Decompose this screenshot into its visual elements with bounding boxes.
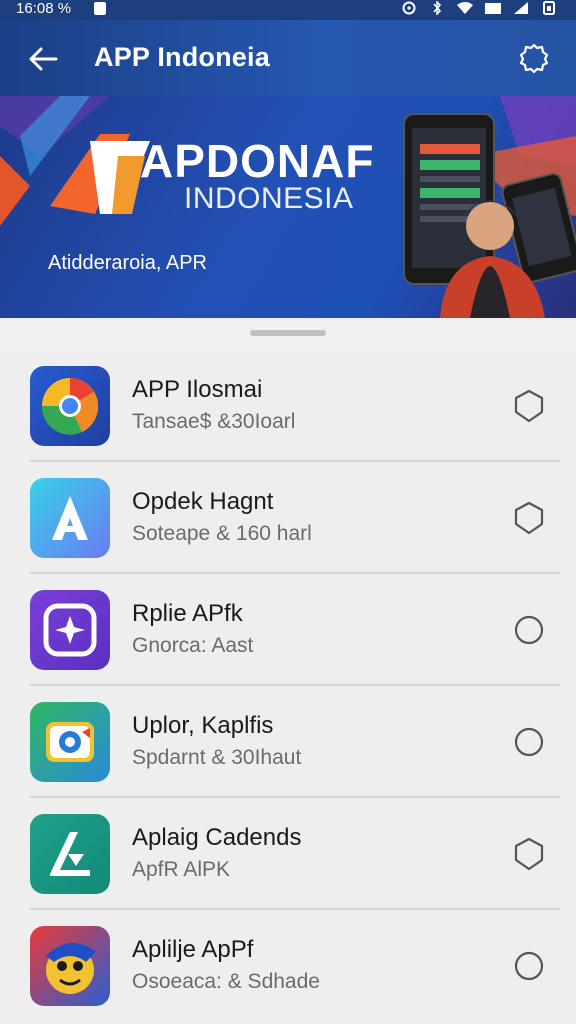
shield-icon[interactable]: [512, 724, 546, 760]
back-arrow-icon[interactable]: [26, 42, 60, 76]
banner-tagline: Atidderaroia, APR: [48, 252, 207, 274]
app-list: APP Ilosmai Tansae$ &30Ioarl Opdek Hagnt…: [0, 350, 576, 1024]
app-subtitle: Soteape & 160 harl: [132, 522, 312, 545]
battery-icon: [543, 1, 555, 15]
app-name: Uplor, Kaplfis: [132, 712, 274, 739]
list-item[interactable]: Aplilje ApPf Osoeaca: & Sdhade: [0, 910, 576, 1022]
chrome-like-icon: [30, 366, 110, 446]
shield-icon[interactable]: [512, 612, 546, 648]
app-subtitle: Gnorca: Aast: [132, 634, 254, 657]
app-subtitle: ApfR AlPK: [132, 858, 231, 881]
banner-logo-text: APDONAF: [140, 135, 375, 187]
gear-icon[interactable]: [518, 42, 550, 74]
shield-icon[interactable]: [512, 948, 546, 984]
shield-icon[interactable]: [512, 388, 546, 424]
star-icon: [30, 590, 110, 670]
sheet-header: [0, 318, 576, 350]
signal-icon: [485, 3, 501, 14]
wifi-icon: [457, 2, 473, 14]
letter-a-icon: [30, 478, 110, 558]
app-name: Rplie APfk: [132, 600, 243, 627]
bird-mascot-icon: [30, 926, 110, 1006]
drag-handle[interactable]: [250, 330, 326, 336]
camera-icon: [30, 702, 110, 782]
shield-icon[interactable]: [512, 500, 546, 536]
banner-logo-subtitle: INDONESIA: [184, 182, 354, 215]
page-title: APP Indoneia: [94, 42, 270, 72]
list-item[interactable]: Uplor, Kaplfis Spdarnt & 30Ihaut: [0, 686, 576, 798]
app-name: Aplaig Cadends: [132, 824, 302, 851]
signal-bars-icon: [514, 2, 528, 14]
shield-icon[interactable]: [512, 836, 546, 872]
letter-a-arrow-icon: [30, 814, 110, 894]
status-icons: [400, 1, 558, 15]
list-item[interactable]: Aplaig Cadends ApfR AlPK: [0, 798, 576, 910]
alarm-icon: [402, 1, 416, 15]
app-subtitle: Spdarnt & 30Ihaut: [132, 746, 302, 769]
app-subtitle: Tansae$ &30Ioarl: [132, 410, 296, 433]
app-name: Opdek Hagnt: [132, 488, 274, 515]
bluetooth-icon: [433, 1, 442, 15]
list-item[interactable]: APP Ilosmai Tansae$ &30Ioarl: [0, 350, 576, 462]
app-name: Aplilje ApPf: [132, 936, 254, 963]
app-name: APP Ilosmai: [132, 376, 263, 403]
status-bar: 16:08 %: [0, 0, 576, 20]
list-item[interactable]: Opdek Hagnt Soteape & 160 harl: [0, 462, 576, 574]
promo-banner[interactable]: APDONAF INDONESIA Atidderaroia, APR: [0, 96, 576, 318]
app-bar: APP Indoneia: [0, 20, 576, 96]
lock-icon: [94, 2, 106, 15]
list-item[interactable]: Rplie APfk Gnorca: Aast: [0, 574, 576, 686]
app-subtitle: Osoeaca: & Sdhade: [132, 970, 320, 993]
status-time: 16:08 %: [16, 0, 72, 17]
